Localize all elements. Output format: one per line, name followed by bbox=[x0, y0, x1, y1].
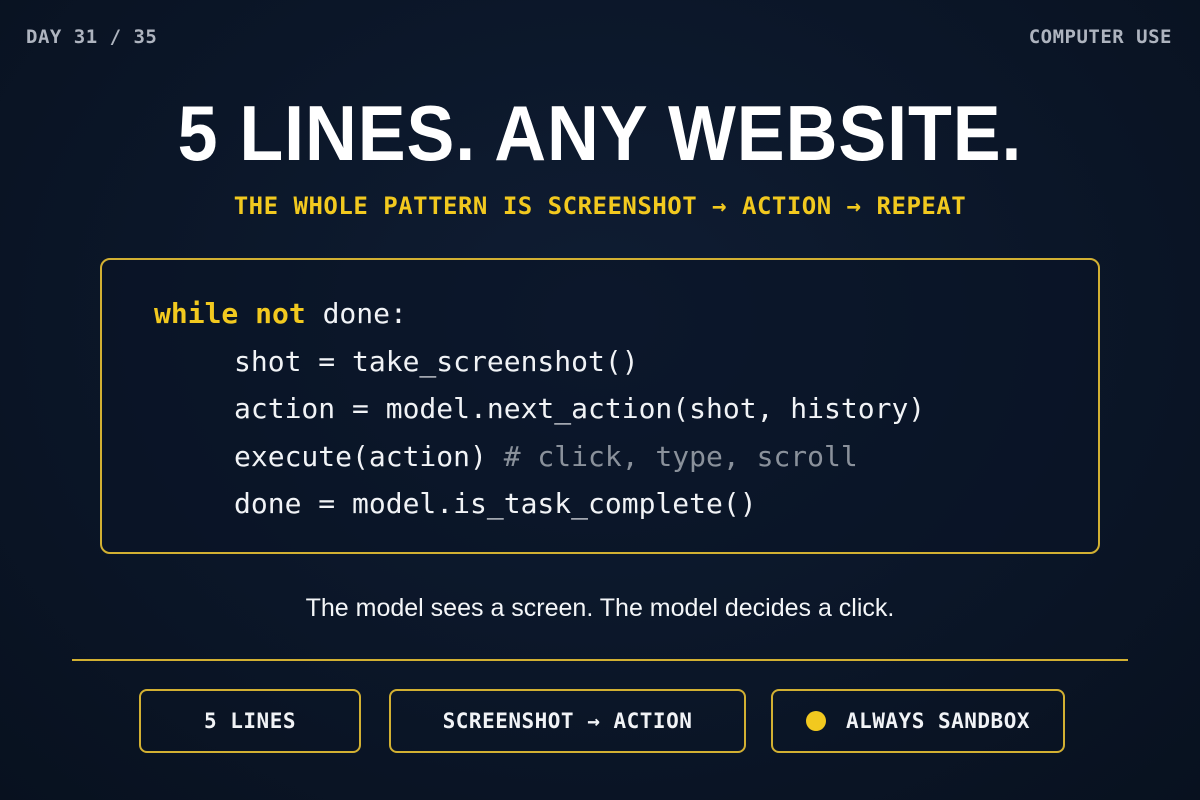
code-comment: # click, type, scroll bbox=[503, 439, 858, 473]
code-block: while not done: shot = take_screenshot()… bbox=[100, 258, 1100, 554]
tag-screenshot-action: SCREENSHOT → ACTION bbox=[389, 689, 746, 753]
code-line-1: while not done: bbox=[154, 290, 1098, 338]
caption-text: The model sees a screen. The model decid… bbox=[305, 594, 895, 622]
code-line-3: action = model.next_action(shot, history… bbox=[234, 392, 926, 425]
code-keyword: while not bbox=[154, 297, 306, 330]
code-text: done: bbox=[305, 297, 407, 330]
tag-label: SCREENSHOT → ACTION bbox=[442, 709, 693, 733]
tag-5-lines: 5 LINES bbox=[139, 689, 361, 753]
topic-label: COMPUTER USE bbox=[1028, 26, 1172, 48]
divider bbox=[72, 659, 1128, 661]
tag-label: ALWAYS SANDBOX bbox=[845, 709, 1030, 733]
tag-always-sandbox: ALWAYS SANDBOX bbox=[771, 689, 1065, 753]
tag-label: 5 LINES bbox=[203, 709, 296, 733]
day-counter: DAY 31 / 35 bbox=[26, 26, 158, 48]
code-line-5: done = model.is_task_complete() bbox=[234, 487, 757, 520]
page-title: 5 LINES. ANY WEBSITE. bbox=[177, 89, 1023, 177]
code-line-4: execute(action) # click, type, scroll bbox=[154, 433, 1098, 481]
code-text: execute(action) bbox=[234, 439, 504, 473]
page-subtitle: THE WHOLE PATTERN IS SCREENSHOT → ACTION… bbox=[233, 192, 967, 220]
status-dot-icon bbox=[805, 711, 826, 731]
code-line-2: shot = take_screenshot() bbox=[234, 344, 639, 378]
